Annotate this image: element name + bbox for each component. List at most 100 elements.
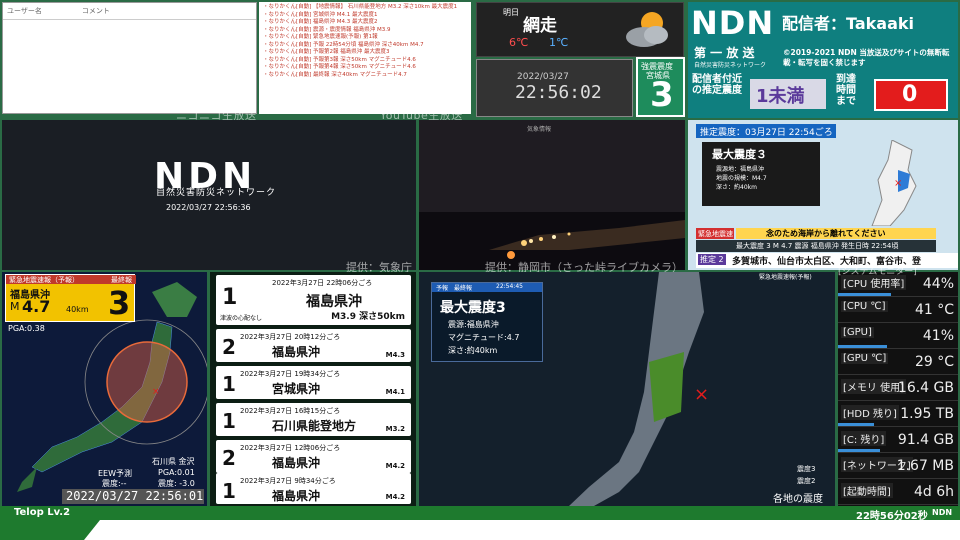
list-item-intensity: 1 [222,285,238,310]
intensity-tabs: 予報 最終報 22:54:45 [432,283,542,292]
near-intensity-value: 1未満 [756,86,805,107]
list-item-date: 2022年3月27日 12時06分ごろ [240,444,341,452]
sysmon-row: [CPU ℃] 41 °C [838,298,958,323]
chat-line: ・なりかくん[自動] 福島県沖 M4.3 最大震度2 [263,19,378,25]
list-item-intensity: 2 [222,335,236,359]
news-info2: 地震の規模：M4.7 [716,175,767,182]
eew-depth: 40km [66,305,89,314]
weather-high: 6℃ [509,36,529,49]
weather-tomorrow: 明日 [503,8,519,17]
news-info1: 震源地：福島県沖 [716,166,765,173]
eew-box: 緊急地震速報（予報） 最終報 福島県沖 M 4.7 40km 3 [5,274,136,322]
list-item-place: 福島県沖 [272,345,321,359]
eew-station: 石川県 金沢 [152,457,195,466]
earthquake-history-list: 2022年3月27日 22時06分ごろ 1 福島県沖 津波の心配なし M3.9 … [210,272,416,506]
list-item-mag: M4.3 [385,351,405,359]
chat-line: ・なりかくん[自動] 予報 22時54分頃 福島県沖 深さ40km M4.7 [263,41,424,48]
ndn-header: NDN 配信者：Takaaki 第 一 放 送 自然災害防災ネットワーク ©20… [688,2,958,118]
arrival-box: 0 [874,79,948,111]
chat-line: ・なりかくん[自動] 緊急地震速報(予報) 第1報 [263,34,378,40]
map-epicenter: 震源:福島県沖 [448,320,499,329]
footer-green-bar [0,506,960,520]
sysmon-label: [C: 残り] [841,431,887,446]
sysmon-value: 44% [922,276,954,292]
news-warning-text: 念のため海岸から離れてください [766,229,886,238]
list-item-note: 津波の心配なし [220,315,263,322]
broadcaster-label: 配信者：Takaaki [782,14,915,33]
eew-timestamp: 2022/03/27 22:56:01 [66,489,204,503]
copyright-text: ©2019-2021 NDN 当放送及びサイトの無断転載・転写を固く禁じます [783,48,950,67]
clock-panel: 2022/03/27 22:56:02 [476,59,633,117]
list-item-intensity: 1 [222,372,236,396]
sysmon-label: [GPU ℃] [841,353,889,364]
sysmon-row: [ネットワーク] 1.67 MB [838,454,958,479]
svg-text:×: × [694,384,709,405]
sysmon-row: [C: 残り] 91.4 GB [838,428,958,453]
map-magnitude: マグニチュード:4.7 [448,333,520,342]
map-max-intensity: 最大震度3 [440,300,506,316]
sysmon-row: [起動時間] 4d 6h [838,480,958,505]
sysmon-value: 29 °C [914,354,954,370]
ndn-subtitle: 自然災害防災ネットワーク [694,62,767,69]
news-summary-bar: 最大震度 3 M 4.7 震源 福島県沖 発生日時 22:54頃 [696,240,936,252]
near-intensity-box: 1未満 [750,79,826,109]
map-depth: 深さ:約40km [448,346,498,355]
map-header-right: 緊急地震速報(予報) [759,274,812,281]
sysmon-value: 4d 6h [913,484,954,500]
broadcast-screen: ユーザー名 コメント ニコニコ生放送 ・なりかくん[自動] 【地震情報】 石川県… [0,0,960,540]
clock-date: 2022/03/27 [517,72,569,82]
news-max: 最大震度３ [712,148,767,161]
comment-text-col: コメント [81,7,110,15]
weather-low: 1℃ [549,36,569,49]
eew-shindo: 震度: -3.0 [158,479,195,488]
list-item-intensity: 2 [222,446,236,470]
eew-pga2: PGA:0.01 [158,468,195,477]
news-ticker-label: 推定 2 [698,254,726,265]
eew-predict-value: 震度:-- [102,479,127,488]
eew-timestamp-box: 2022/03/27 22:56:01 [62,489,204,504]
legend-intensity2: 震度2 [797,477,816,485]
sysmon-row: [GPU] 41% [838,324,958,349]
arrival-value: 0 [902,82,918,107]
news-warning-bar: 念のため海岸から離れてください [736,228,936,239]
sysmon-label: [HDD 残り] [841,405,899,420]
list-item-mag: M3.2 [385,425,405,433]
intensity-map-panel: × 予報 最終報 22:54:45 最大震度3 震源:福島県沖 マグニチュード:… [419,272,835,506]
footer-time: 22時56分02秒 [856,511,928,522]
arrival-label: 到達時間まで [836,74,856,107]
news-header: 推定震度：03月27日 22:54ごろ [696,124,836,138]
tab-time: 22:54:45 [496,283,523,290]
svg-text:×: × [894,178,902,189]
sysmon-label: [GPU] [841,327,874,338]
live-camera-video: 気象情報 提供：静岡市（さった峠ライブカメラ） [419,120,685,274]
max-intensity-box: 強震震度 宮城県 3 [636,57,685,117]
comment-panel: ユーザー名 コメント [2,2,257,114]
max-intensity-value: 3 [650,75,674,115]
sysmon-value: 41 °C [914,302,954,318]
list-item-date: 2022年3月27日 20時12分ごろ [240,333,341,341]
tab-forecast: 予報 [436,285,449,292]
footer-slant [0,520,100,540]
telop-label: Telop Lv.2 [14,507,71,518]
list-item-place: 宮城県沖 [272,382,321,396]
comment-user-col: ユーザー名 [7,7,42,15]
eew-mag: 4.7 [22,297,51,316]
clock-time: 22:56:02 [515,82,602,103]
news-map: × [871,140,917,226]
camera-caption: 気象情報 [527,126,552,133]
footer-logo: NDN [932,508,953,517]
eew-header-text: 緊急地震速報（予報） [9,276,79,284]
ndn-video-timestamp: 2022/03/27 22:56:36 [166,203,251,212]
chat-line: ・なりかくん[自動] 予報第3報 深さ50km マグニチュード4.6 [263,56,416,63]
legend-intensity3: 震度3 [797,465,816,473]
list-item-place: 石川県能登地方 [272,419,357,433]
chat-line: ・なりかくん[自動] 予報第2報 福島県沖 最大震度3 [263,49,390,55]
chat-line: ・なりかくん[自動] 予報第4報 深さ50km マグニチュード4.6 [263,64,416,70]
earthquake-news-video: 推定震度：03月27日 22:54ごろ 最大震度３ 震源地：福島県沖 地震の規模… [688,120,958,270]
news-info-box: 最大震度３ 震源地：福島県沖 地震の規模：M4.7 深さ：約40km [702,142,820,206]
news-banner-tag: 緊急地震速報 [696,228,734,248]
list-item: 2022年3月27日 22時06分ごろ 1 福島県沖 津波の心配なし M3.9 … [216,275,411,325]
sysmon-value: 1.95 TB [900,406,954,422]
near-intensity-label: 配信者付近の推定震度 [692,74,742,96]
channel-label: 第 一 放 送 [694,46,755,60]
